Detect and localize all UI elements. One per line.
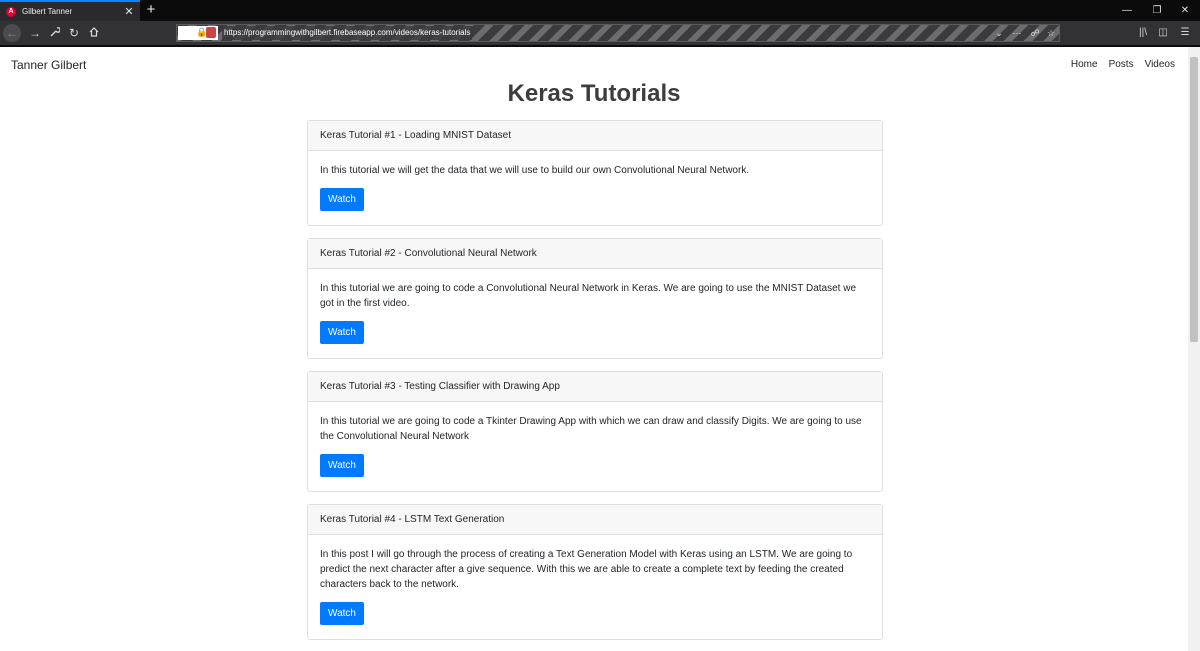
brand-link[interactable]: Tanner Gilbert bbox=[11, 58, 86, 72]
wrench-icon[interactable] bbox=[46, 24, 64, 42]
reload-icon[interactable]: ↻ bbox=[65, 24, 83, 42]
card-body: In this tutorial we are going to code a … bbox=[308, 402, 882, 477]
page-viewport: Tanner Gilbert Home Posts Videos Keras T… bbox=[0, 47, 1188, 651]
star-icon[interactable]: ☆ bbox=[1044, 25, 1058, 41]
watch-button[interactable]: Watch bbox=[320, 188, 364, 211]
url-text[interactable]: https://programmingwithgilbert.firebasea… bbox=[222, 26, 473, 40]
card-title: Keras Tutorial #1 - Loading MNIST Datase… bbox=[308, 121, 882, 151]
scrollbar-thumb[interactable] bbox=[1190, 57, 1198, 342]
card-title: Keras Tutorial #3 - Testing Classifier w… bbox=[308, 372, 882, 402]
url-bar[interactable]: 🔒 https://programmingwithgilbert.firebas… bbox=[176, 24, 1060, 42]
card-body: In this tutorial we are going to code a … bbox=[308, 269, 882, 344]
card-title: Keras Tutorial #4 - LSTM Text Generation bbox=[308, 505, 882, 535]
card-description: In this tutorial we will get the data th… bbox=[320, 165, 750, 176]
minimize-icon[interactable]: — bbox=[1112, 0, 1142, 21]
tab-close-icon[interactable]: ✕ bbox=[122, 5, 136, 18]
tutorial-card: Keras Tutorial #1 - Loading MNIST Datase… bbox=[307, 120, 883, 226]
page-title: Keras Tutorials bbox=[507, 80, 681, 107]
sidebar-icon[interactable]: ◫ bbox=[1154, 24, 1172, 42]
card-title: Keras Tutorial #2 - Convolutional Neural… bbox=[308, 239, 882, 269]
window-close-icon[interactable]: ✕ bbox=[1170, 0, 1200, 21]
watch-button[interactable]: Watch bbox=[320, 454, 364, 477]
tutorial-card: Keras Tutorial #2 - Convolutional Neural… bbox=[307, 238, 883, 359]
card-body: In this post I will go through the proce… bbox=[308, 535, 882, 625]
chevron-down-icon[interactable]: ⌄ bbox=[992, 25, 1006, 41]
tutorial-card: Keras Tutorial #4 - LSTM Text Generation… bbox=[307, 504, 883, 640]
nav-home-link[interactable]: Home bbox=[1071, 59, 1098, 70]
new-tab-button[interactable]: + bbox=[143, 1, 159, 19]
tutorial-card: Keras Tutorial #3 - Testing Classifier w… bbox=[307, 371, 883, 492]
forward-arrow-icon[interactable]: → bbox=[26, 24, 44, 42]
browser-tab[interactable]: A Gilbert Tanner ✕ bbox=[0, 0, 140, 21]
angular-favicon-icon: A bbox=[6, 6, 16, 17]
hamburger-icon[interactable]: ☰ bbox=[1176, 24, 1194, 42]
home-icon[interactable] bbox=[85, 24, 103, 42]
restore-icon[interactable]: ❐ bbox=[1142, 0, 1172, 21]
card-description: In this tutorial we are going to code a … bbox=[320, 416, 862, 442]
nav-posts-link[interactable]: Posts bbox=[1109, 59, 1134, 70]
robot-icon[interactable] bbox=[206, 27, 216, 38]
card-body: In this tutorial we will get the data th… bbox=[308, 151, 882, 211]
card-description: In this post I will go through the proce… bbox=[320, 549, 853, 590]
pocket-icon[interactable]: ☍ bbox=[1028, 25, 1042, 41]
page-scrollbar[interactable] bbox=[1188, 47, 1200, 651]
tab-title: Gilbert Tanner bbox=[22, 7, 73, 16]
nav-videos-link[interactable]: Videos bbox=[1145, 59, 1175, 70]
site-nav: Home Posts Videos bbox=[1071, 59, 1175, 70]
card-description: In this tutorial we are going to code a … bbox=[320, 283, 857, 309]
tab-bar: A Gilbert Tanner ✕ + — ❐ ✕ bbox=[0, 0, 1200, 21]
back-arrow-icon[interactable]: ← bbox=[3, 24, 21, 42]
watch-button[interactable]: Watch bbox=[320, 602, 364, 625]
watch-button[interactable]: Watch bbox=[320, 321, 364, 344]
lock-icon[interactable]: 🔒 bbox=[196, 27, 207, 38]
library-icon[interactable]: ||\ bbox=[1134, 24, 1152, 42]
more-icon[interactable]: ⋯ bbox=[1010, 25, 1024, 41]
